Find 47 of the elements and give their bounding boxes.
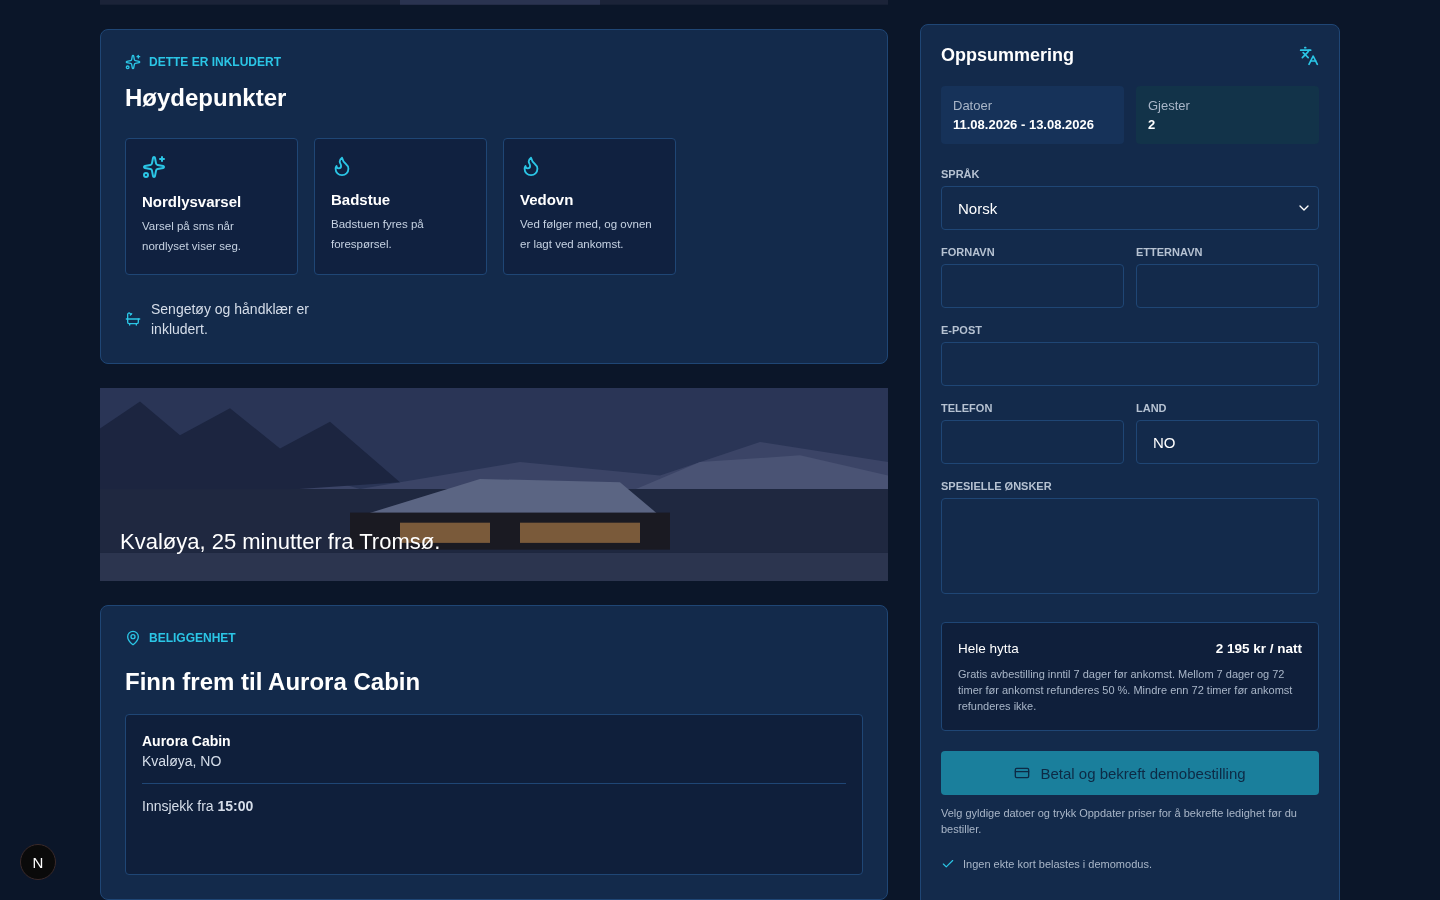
cancellation-terms: Gratis avbestilling inntil 7 dager før ankomst. Mellom 7 dager og 72 timer før ankomst refunderes 50 %. Mindre enn 72 timer før ankomst refunderes ikke.	[958, 667, 1294, 714]
stat-label: Gjester	[1148, 98, 1191, 113]
highlight-title: Vedovn	[520, 190, 575, 208]
section-eyebrow: DETTE ER INKLUDERT	[149, 54, 281, 69]
sparkles-icon	[125, 53, 141, 70]
map-pin-icon	[125, 630, 141, 646]
sparkles-icon	[142, 154, 166, 179]
highlight-title: Nordlysvarsel	[142, 192, 243, 210]
highlight-text: Badstuen fyres på forespørsel.	[331, 216, 425, 252]
included-note: Sengetøy og håndklær er inkludert.	[151, 299, 310, 339]
price-name: Hele hytta	[958, 641, 1019, 656]
highlight-title: Badstue	[331, 190, 392, 208]
place-name: Aurora Cabin	[142, 733, 232, 749]
card-icon	[1014, 765, 1031, 781]
input-field[interactable]	[1136, 264, 1319, 308]
photo-caption: Kvaløya, 25 minutter fra Tromsø.	[120, 529, 441, 555]
input-field[interactable]	[941, 264, 1124, 308]
stat-value: 11.08.2026 - 13.08.2026	[953, 117, 1095, 132]
input-field[interactable]	[941, 420, 1124, 464]
field-label: TELEFON	[941, 402, 994, 414]
field-label: E-POST	[941, 324, 983, 336]
booking-hint: Velg gyldige datoer og trykk Oppdater priser for å bekrefte ledighet før du bestiller.	[941, 806, 1298, 837]
input-field[interactable]: NO	[1136, 420, 1319, 464]
place-address: Kvaløya, NO	[142, 753, 223, 769]
highlight-text: Varsel på sms når nordlyset viser seg.	[142, 218, 243, 254]
checkin-time: Innsjekk fra 15:00	[142, 798, 255, 814]
text-area[interactable]	[941, 498, 1319, 594]
field-label: ETTERNAVN	[1136, 246, 1204, 258]
bathtub-icon	[125, 310, 141, 327]
input-field[interactable]	[941, 342, 1319, 386]
price-amount: 2 195 kr / natt	[1215, 641, 1302, 656]
select-field[interactable]: Norsk	[941, 186, 1319, 230]
check-icon	[941, 857, 955, 871]
dev-badge[interactable]: N	[20, 844, 56, 880]
stat-value: 2	[1148, 117, 1157, 132]
field-label: LAND	[1136, 402, 1168, 414]
section-title: Finn frem til Aurora Cabin	[125, 668, 422, 696]
assurance-text: Ingen ekte kort belastes i demomodus.	[963, 858, 1152, 870]
highlight-text: Ved følger med, og ovnen er lagt ved ankomst.	[520, 216, 653, 252]
field-label: FORNAVN	[941, 246, 996, 258]
field-label: SPESIELLE ØNSKER	[941, 480, 1053, 492]
section-eyebrow: BELIGGENHET	[149, 631, 236, 645]
summary-title: Oppsummering	[941, 45, 1074, 66]
field-label: SPRÅK	[941, 168, 981, 180]
translate-icon[interactable]	[1299, 45, 1319, 66]
stat-label: Datoer	[953, 98, 994, 113]
section-title: Høydepunkter	[125, 83, 288, 112]
